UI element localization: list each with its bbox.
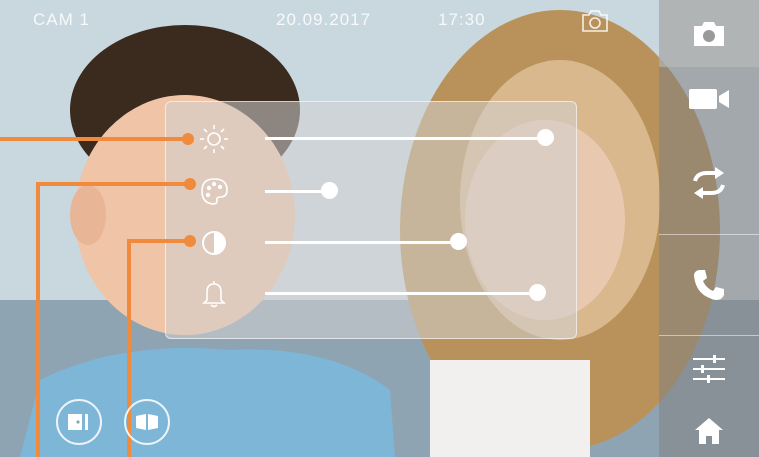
switch-arrows-icon xyxy=(693,166,725,199)
contrast-icon xyxy=(202,231,226,255)
color-knob[interactable] xyxy=(321,182,339,199)
color-fill xyxy=(265,190,330,193)
home-button[interactable] xyxy=(659,405,759,457)
palette-icon xyxy=(201,178,228,205)
callout-line-color-vertical xyxy=(36,182,40,457)
photo-button[interactable] xyxy=(659,0,759,67)
video-button[interactable] xyxy=(659,67,759,131)
brightness-fill xyxy=(265,137,545,140)
sun-icon xyxy=(200,125,228,153)
callout-dot-contrast xyxy=(184,235,196,247)
callout-line-contrast xyxy=(127,239,190,243)
camera-icon xyxy=(694,21,724,46)
snapshot-icon[interactable] xyxy=(580,8,610,34)
callout-line-color xyxy=(36,182,190,186)
gate-open-button[interactable] xyxy=(124,399,170,445)
contrast-knob[interactable] xyxy=(450,233,468,250)
video-camera-icon xyxy=(689,89,729,109)
home-icon xyxy=(695,418,723,444)
bell-icon xyxy=(202,281,226,308)
camera-label: CAM 1 xyxy=(33,10,90,29)
camera-view: CAM 1 20.09.2017 17:30 xyxy=(0,0,759,457)
contrast-fill xyxy=(265,241,459,244)
door-open-button[interactable] xyxy=(56,399,102,445)
sliders-icon xyxy=(693,355,725,383)
color-slider[interactable] xyxy=(265,182,545,199)
brightness-slider[interactable] xyxy=(265,129,554,146)
sidebar xyxy=(659,0,759,457)
callout-dot-color xyxy=(184,178,196,190)
sidebar-divider xyxy=(659,335,759,336)
volume-fill xyxy=(265,292,537,295)
switch-button[interactable] xyxy=(659,131,759,234)
image-adjust-panel xyxy=(165,101,577,339)
time-label: 17:30 xyxy=(438,10,486,29)
contrast-slider[interactable] xyxy=(265,233,545,250)
brightness-knob[interactable] xyxy=(537,129,554,146)
call-button[interactable] xyxy=(659,235,759,335)
date-label: 20.09.2017 xyxy=(276,10,372,29)
phone-icon xyxy=(694,270,724,300)
door-open-icon xyxy=(68,414,88,430)
gate-open-icon xyxy=(136,414,158,430)
volume-slider[interactable] xyxy=(265,284,546,301)
settings-button[interactable] xyxy=(659,340,759,400)
volume-knob[interactable] xyxy=(528,284,546,301)
callout-line-brightness xyxy=(0,137,188,141)
callout-dot-brightness xyxy=(182,133,194,145)
